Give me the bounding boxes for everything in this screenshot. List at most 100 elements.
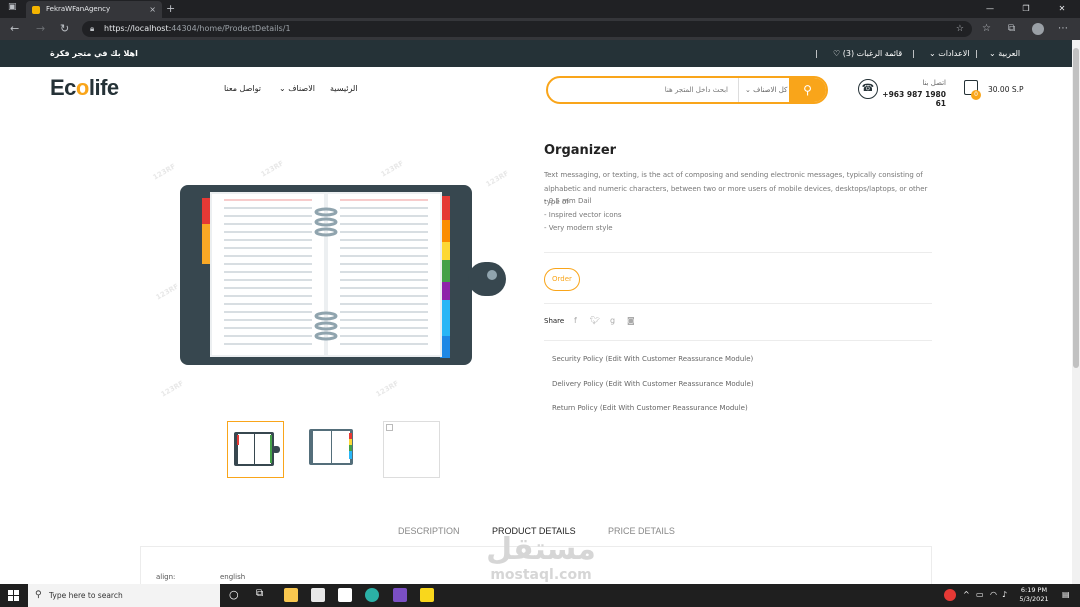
search-category-select[interactable]: ⌄ كل الاصناف: [738, 78, 790, 102]
nav-contact[interactable]: تواصل معنا: [224, 84, 261, 93]
url-path: 44304/home/ProdectDetails/1: [171, 24, 291, 33]
site-top-bar: اهلا بك في متجر فكرة ♡ قائمة الرغبات (3)…: [0, 40, 1072, 67]
contact-label: اتصل بنا: [922, 79, 946, 87]
refresh-icon[interactable]: ↻: [60, 18, 69, 40]
battery-icon[interactable]: ▭: [976, 590, 984, 599]
maximize-button[interactable]: ❐: [1008, 0, 1044, 18]
tab-actions-icon[interactable]: ▣: [8, 2, 17, 12]
favorites-icon[interactable]: ☆: [982, 18, 991, 40]
search-input[interactable]: [558, 78, 728, 102]
browser-tab-bar: ▣ FekraWFanAgency × + — ❐ ✕: [0, 0, 1080, 18]
divider: [544, 252, 932, 253]
contact-phone[interactable]: +963 987 1980 61: [878, 90, 946, 108]
system-clock[interactable]: 6:19 PM 5/3/2021: [1014, 586, 1054, 604]
tab-price-details[interactable]: PRICE DETAILS: [608, 526, 675, 536]
search-button[interactable]: ⚲: [789, 78, 826, 102]
logo-suffix: life: [88, 75, 119, 100]
address-bar[interactable]: 🔒︎ https://localhost:44304/home/ProdectD…: [82, 21, 972, 37]
support-headset-icon: ☎: [858, 79, 878, 99]
url-host: https://localhost:: [104, 24, 172, 33]
window-controls: — ❐ ✕: [972, 0, 1080, 18]
browser-toolbar: ← → ↻ 🔒︎ https://localhost:44304/home/Pr…: [0, 18, 1080, 40]
order-button[interactable]: Order: [544, 268, 580, 291]
volume-icon[interactable]: ♪: [1002, 590, 1007, 599]
twitter-icon[interactable]: 🐦︎: [590, 316, 600, 325]
taskbar-search[interactable]: ⚲ Type here to search: [28, 584, 220, 607]
windows-start-icon[interactable]: [8, 590, 19, 601]
product-features: - 0.5 mm Dail - Inspired vector icons - …: [544, 195, 622, 236]
settings-dropdown[interactable]: ⌄ الاعدادات: [929, 40, 970, 67]
product-thumbnail[interactable]: [227, 421, 284, 478]
minimize-button[interactable]: —: [972, 0, 1008, 18]
welcome-text: اهلا بك في متجر فكرة: [50, 49, 138, 58]
organizer-thumbnail-icon: [234, 432, 280, 466]
logo-prefix: Ec: [50, 75, 76, 100]
delivery-policy[interactable]: Delivery Policy (Edit With Customer Reas…: [552, 380, 754, 388]
product-thumbnail[interactable]: [383, 421, 440, 478]
detail-label: align:: [156, 573, 176, 581]
cart-total[interactable]: 30.00 S.P: [988, 85, 1024, 94]
network-icon[interactable]: ◠: [990, 590, 997, 599]
language-label: العربية: [998, 49, 1021, 58]
file-explorer-icon[interactable]: [284, 588, 298, 602]
close-window-button[interactable]: ✕: [1044, 0, 1080, 18]
search-icon: ⚲: [35, 590, 42, 600]
feature-item: - Very modern style: [544, 224, 613, 232]
broken-image-icon: [386, 424, 393, 431]
tab-close-icon[interactable]: ×: [149, 1, 156, 18]
profile-avatar[interactable]: [1032, 23, 1044, 35]
taskbar-search-placeholder: Type here to search: [49, 591, 123, 600]
forward-icon[interactable]: →: [36, 18, 45, 40]
store-icon[interactable]: [311, 588, 325, 602]
new-tab-button[interactable]: +: [166, 0, 175, 18]
nav-home[interactable]: الرئيسية: [330, 84, 358, 93]
back-icon[interactable]: ←: [10, 18, 19, 40]
product-title: Organizer: [544, 143, 617, 158]
security-policy[interactable]: Security Policy (Edit With Customer Reas…: [552, 355, 753, 363]
site-logo[interactable]: Ecolife: [50, 75, 119, 101]
logo-o: o: [75, 75, 89, 100]
organizer-illustration: [180, 185, 506, 365]
cortana-icon[interactable]: ○: [229, 588, 239, 601]
wishlist-label: قائمة الرغبات (3): [842, 49, 903, 58]
detail-value: english: [220, 573, 246, 581]
scrollbar-thumb[interactable]: [1073, 48, 1079, 368]
browser-tab[interactable]: FekraWFanAgency ×: [26, 1, 162, 18]
wishlist-link[interactable]: ♡ قائمة الرغبات (3): [833, 40, 902, 67]
lock-icon: 🔒︎: [90, 24, 95, 33]
windows-taskbar: ⚲ Type here to search ○ ⧉ ^ ▭ ◠ ♪ 6:19 P…: [0, 584, 1080, 607]
more-menu-icon[interactable]: ⋯: [1058, 18, 1068, 40]
divider: [544, 340, 932, 341]
collections-icon[interactable]: ⧉: [1008, 18, 1015, 40]
clock-date: 5/3/2021: [1019, 595, 1049, 603]
feature-item: - 0.5 mm Dail: [544, 197, 592, 205]
mail-icon[interactable]: [338, 588, 352, 602]
search-box: ⌄ كل الاصناف ⚲: [546, 76, 828, 104]
product-main-image[interactable]: 123RF 123RF 123RF 123RF 123RF 123RF 123R…: [150, 150, 520, 406]
product-thumbnail[interactable]: [305, 421, 362, 478]
sticky-notes-icon[interactable]: [420, 588, 434, 602]
user-tray-icon[interactable]: [944, 589, 956, 601]
notifications-icon[interactable]: ▤: [1062, 590, 1070, 599]
visual-studio-icon[interactable]: [393, 588, 407, 602]
separator-3: |: [975, 49, 978, 58]
watermark-latin: mostaql.com: [490, 567, 592, 583]
task-view-icon[interactable]: ⧉: [256, 588, 263, 599]
facebook-icon[interactable]: f: [574, 316, 577, 325]
nav-categories[interactable]: ⌄ الاصناف: [279, 84, 315, 93]
show-hidden-icons[interactable]: ^: [963, 590, 970, 599]
language-dropdown[interactable]: ⌄ العربية: [989, 40, 1020, 67]
tab-description[interactable]: DESCRIPTION: [398, 526, 460, 536]
separator-1: |: [815, 49, 818, 58]
google-plus-icon[interactable]: g: [610, 316, 615, 325]
settings-label: الاعدادات: [938, 49, 970, 58]
instagram-icon[interactable]: ◙: [627, 316, 635, 325]
tab-title: FekraWFanAgency: [46, 5, 111, 13]
edge-icon[interactable]: [365, 588, 379, 602]
feature-item: - Inspired vector icons: [544, 210, 622, 219]
nav-categories-label: الاصناف: [288, 84, 315, 93]
organizer-thumbnail-icon: [309, 429, 353, 465]
favorite-star-icon[interactable]: ☆: [956, 21, 964, 37]
return-policy[interactable]: Return Policy (Edit With Customer Reassu…: [552, 404, 748, 412]
share-label: Share: [544, 317, 565, 325]
